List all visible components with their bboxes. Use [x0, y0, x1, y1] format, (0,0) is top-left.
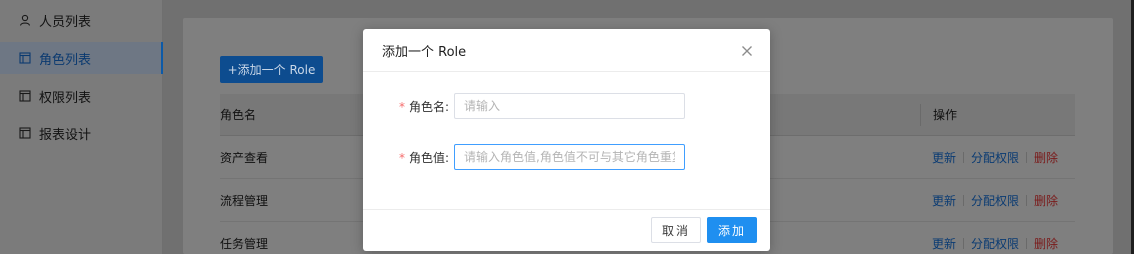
cancel-button[interactable]: 取消 — [651, 217, 701, 243]
delete-link[interactable]: 删除 — [1034, 192, 1058, 209]
add-role-dialog: 添加一个 Role *角色名: *角色值: 取消 添加 — [363, 29, 770, 251]
actions-cell: 更新 分配权限 删除 — [920, 189, 1075, 211]
sidebar-item-permissions[interactable]: 权限列表 — [0, 80, 163, 112]
delete-link[interactable]: 删除 — [1034, 149, 1058, 166]
role-name-row: * 角色名: — [363, 93, 770, 119]
role-name-label-text: 角色名: — [408, 99, 449, 114]
divider — [1026, 237, 1028, 249]
add-button[interactable]: 添加 — [707, 217, 757, 243]
app-root: 人员列表 角色列表 权限列表 报表设计 +添加一个 Role 角色名 操作 资产… — [0, 0, 1134, 254]
dialog-header: 添加一个 Role — [363, 29, 770, 72]
assign-permissions-link[interactable]: 分配权限 — [971, 235, 1019, 252]
user-icon — [19, 14, 31, 26]
sidebar: 人员列表 角色列表 权限列表 报表设计 — [0, 0, 163, 254]
sidebar-item-label: 人员列表 — [39, 14, 92, 30]
sidebar-item-label: 报表设计 — [39, 127, 92, 143]
role-value-row: * 角色值: — [363, 144, 770, 170]
required-mark: * — [398, 99, 405, 114]
dialog-footer: 取消 添加 — [363, 209, 770, 251]
update-link[interactable]: 更新 — [932, 235, 956, 252]
actions-cell: 更新 分配权限 删除 — [920, 146, 1075, 168]
required-mark: * — [398, 150, 405, 165]
role-value-input[interactable] — [454, 144, 685, 170]
sidebar-item-label: 角色列表 — [39, 52, 92, 68]
role-name-label: * 角色名: — [363, 98, 454, 115]
divider — [963, 194, 965, 206]
role-value-label-text: 角色值: — [408, 150, 449, 165]
add-role-button[interactable]: +添加一个 Role — [220, 56, 323, 83]
window-icon — [19, 90, 31, 102]
window-icon — [19, 127, 31, 139]
assign-permissions-link[interactable]: 分配权限 — [971, 192, 1019, 209]
sidebar-item-users[interactable]: 人员列表 — [0, 4, 163, 36]
assign-permissions-link[interactable]: 分配权限 — [971, 149, 1019, 166]
divider — [1026, 151, 1028, 163]
sidebar-item-roles[interactable]: 角色列表 — [0, 42, 163, 74]
sidebar-item-label: 权限列表 — [39, 90, 92, 106]
dialog-title: 添加一个 Role — [382, 44, 467, 60]
update-link[interactable]: 更新 — [932, 149, 956, 166]
sidebar-item-report-design[interactable]: 报表设计 — [0, 117, 163, 149]
delete-link[interactable]: 删除 — [1034, 235, 1058, 252]
divider — [963, 151, 965, 163]
window-icon — [19, 52, 31, 64]
divider — [1026, 194, 1028, 206]
role-value-label: * 角色值: — [363, 149, 454, 166]
actions-cell: 更新 分配权限 删除 — [920, 232, 1075, 254]
update-link[interactable]: 更新 — [932, 192, 956, 209]
dialog-body: *角色名: *角色值: — [363, 72, 770, 209]
close-icon[interactable] — [740, 43, 754, 57]
role-name-input[interactable] — [454, 93, 685, 119]
column-header-actions: 操作 — [920, 103, 1075, 126]
divider — [963, 237, 965, 249]
